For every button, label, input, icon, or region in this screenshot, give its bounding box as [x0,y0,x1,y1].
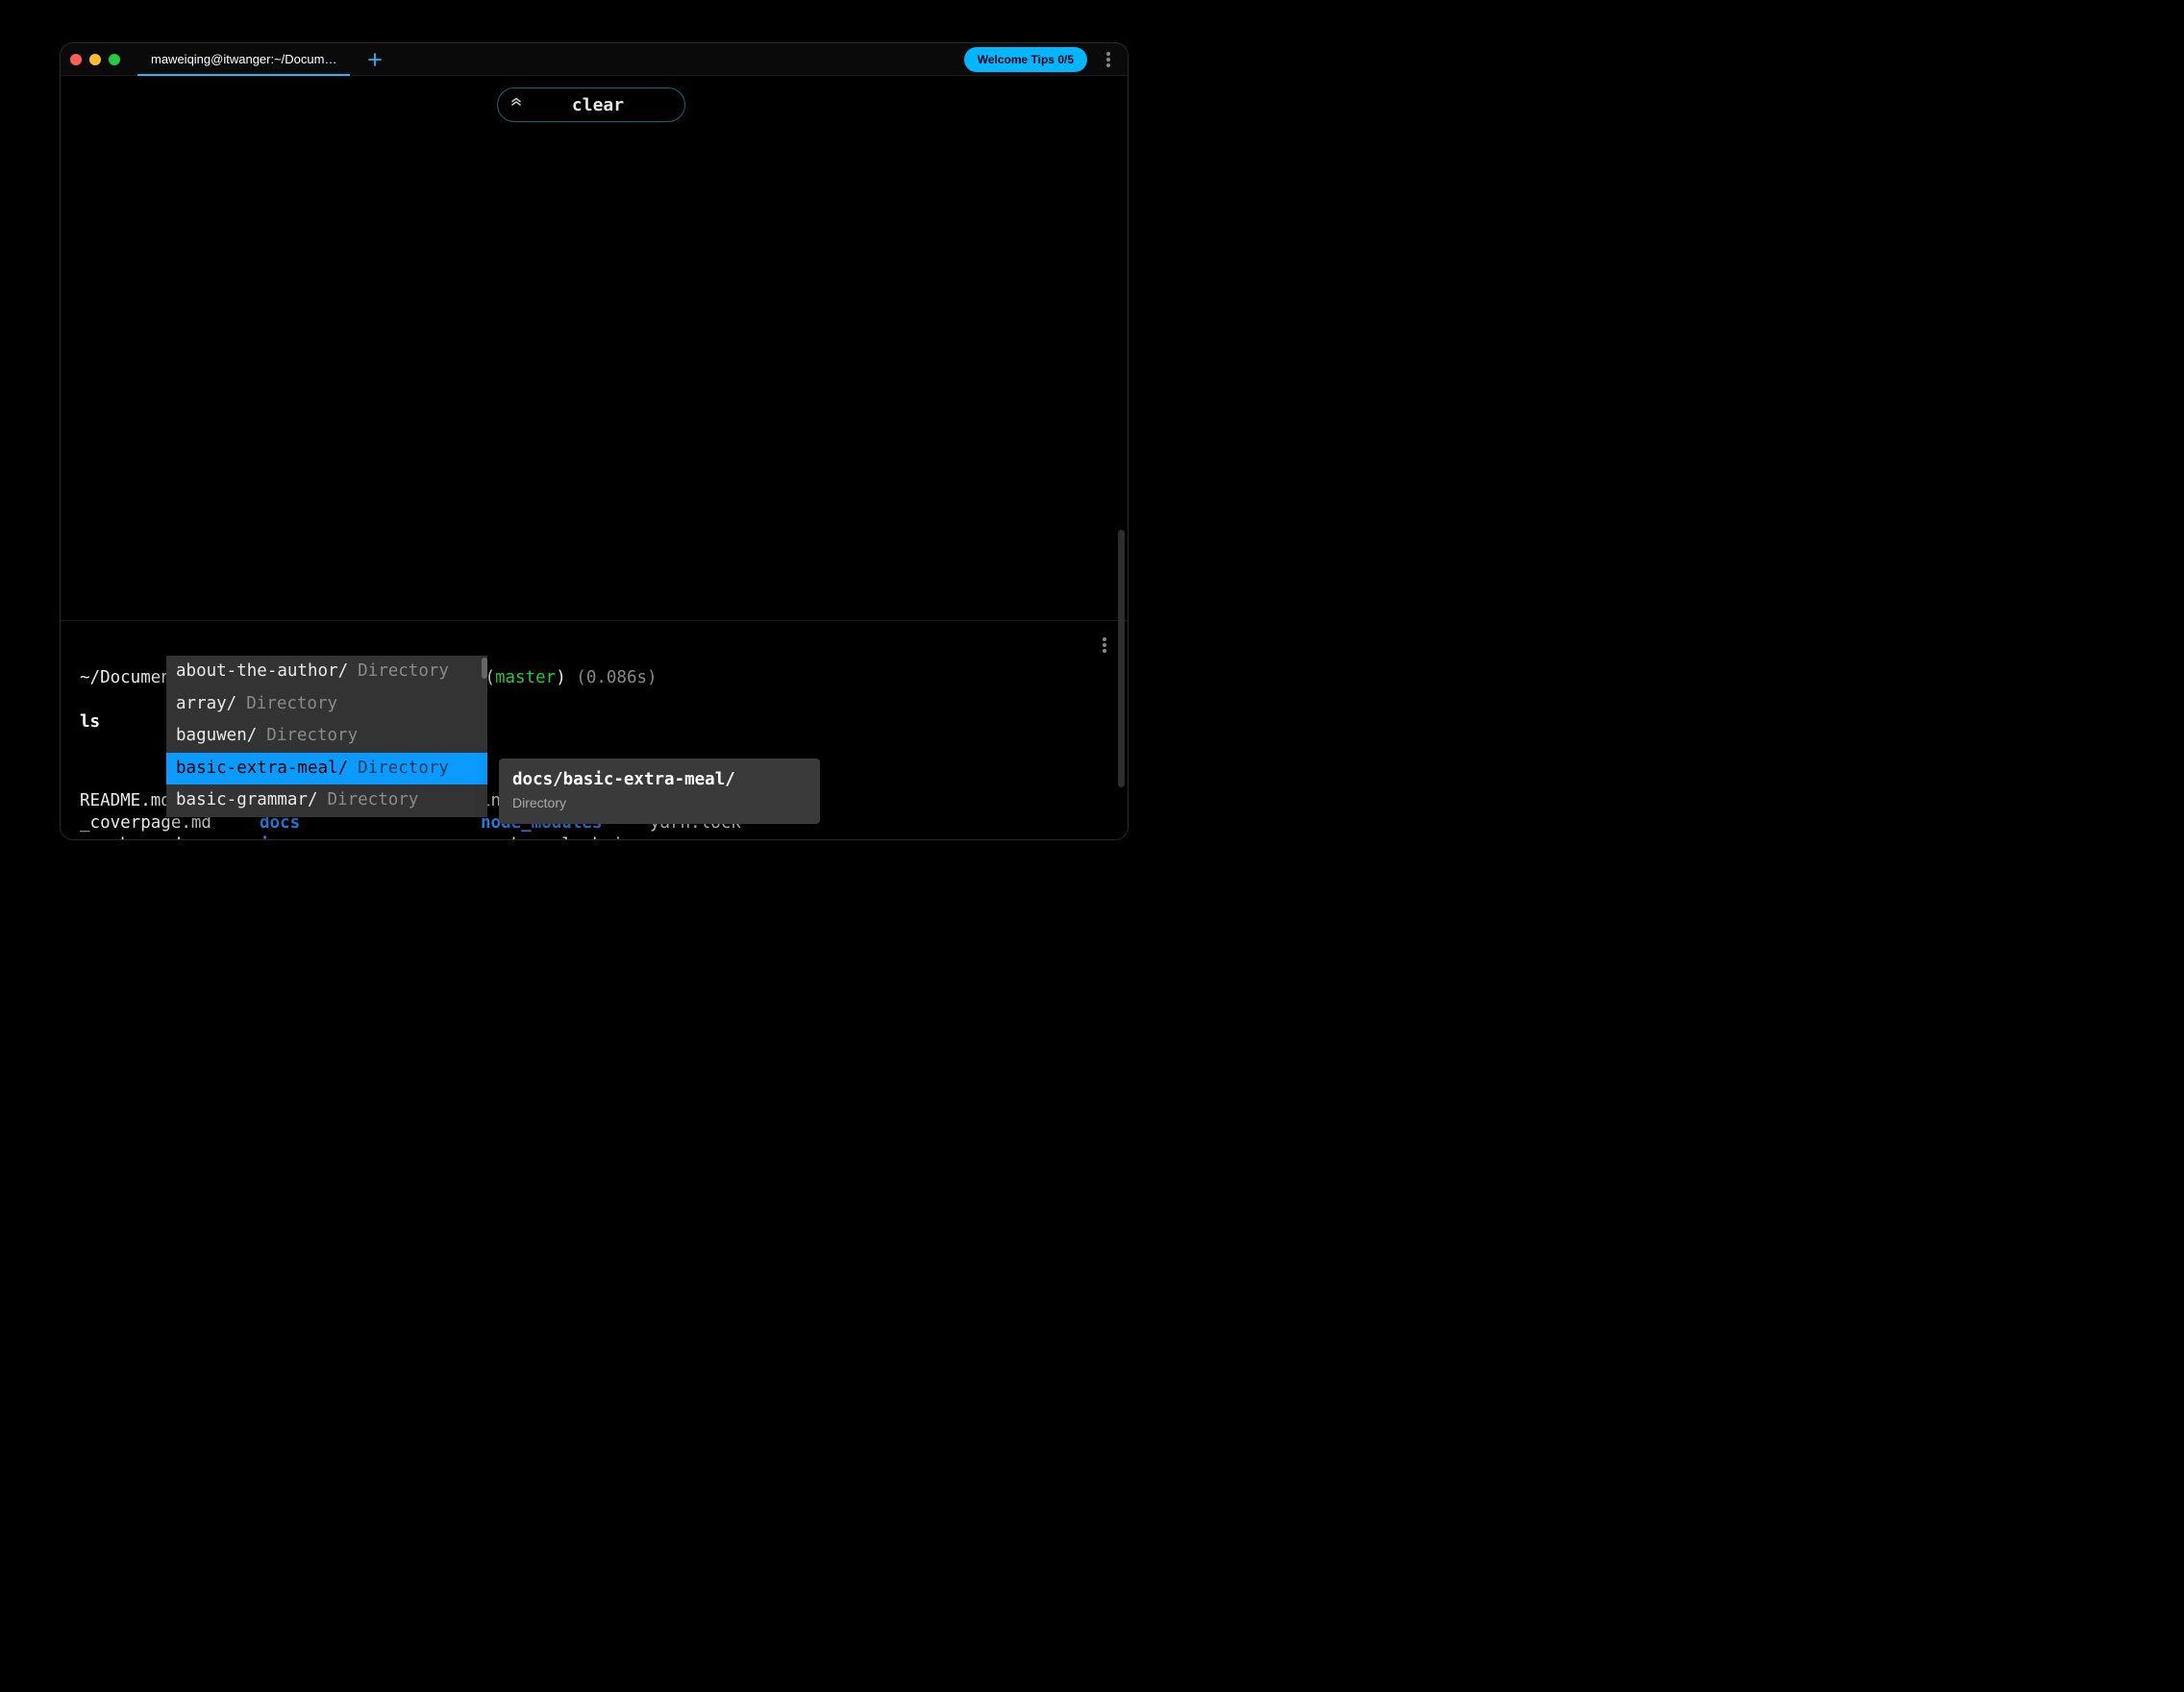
plus-icon [368,53,382,66]
preview-title: docs/basic-extra-meal/ [512,770,807,789]
close-icon[interactable] [70,54,82,65]
scrollbar-thumb[interactable] [482,658,487,679]
scrollbar-thumb[interactable] [1118,530,1125,787]
ls-file: _navbar.md [80,834,260,840]
ls-file: package-lock.json [481,834,650,840]
command-timing: (0.086s) [576,668,657,687]
terminal-window: maweiqing@itwanger:~/Docum… Welcome Tips… [60,42,1129,840]
zoom-icon[interactable] [109,54,120,65]
autocomplete-item-name: about-the-author/ [176,663,348,681]
window-menu-button[interactable] [1099,50,1118,69]
autocomplete-item-type: Directory [266,728,358,745]
autocomplete-item[interactable]: about-the-author/ Directory [166,656,487,688]
title-bar: maweiqing@itwanger:~/Docum… Welcome Tips… [61,43,1128,76]
autocomplete-item-type: Directory [358,760,449,778]
window-controls [70,54,120,65]
tab-title: maweiqing@itwanger:~/Docum… [151,52,336,66]
git-branch: master [495,668,556,687]
command-block-label: clear [523,95,673,115]
autocomplete-item-type: Directory [246,696,337,713]
autocomplete-item-name: array/ [176,696,236,713]
autocomplete-popup: about-the-author/ Directory array/ Direc… [166,656,487,817]
autocomplete-item-selected[interactable]: basic-extra-meal/ Directory [166,753,487,785]
autocomplete-item-type: Directory [328,792,419,809]
tab-bar: maweiqing@itwanger:~/Docum… [137,43,350,75]
tab-active[interactable]: maweiqing@itwanger:~/Docum… [137,43,350,75]
welcome-tips-label: Welcome Tips 0/5 [978,53,1074,66]
preview-subtitle: Directory [512,795,807,810]
minimize-icon[interactable] [89,54,101,65]
autocomplete-item-type: Directory [358,663,449,681]
autocomplete-item-name: baguwen/ [176,728,257,745]
ls-dir: images [260,834,481,840]
autocomplete-item-name: basic-grammar/ [176,792,318,809]
autocomplete-item-name: basic-extra-meal/ [176,760,348,778]
command-block-button[interactable]: clear [497,87,685,122]
autocomplete-item[interactable]: basic-grammar/ Directory [166,784,487,817]
autocomplete-item[interactable]: array/ Directory [166,688,487,721]
block-divider [61,620,1128,621]
chevron-up-icon [509,96,523,113]
previous-command: ls [80,712,100,732]
autocomplete-item[interactable]: baguwen/ Directory [166,720,487,753]
terminal-body: clear ~/Documents/GitHub/toBeBetterJavae… [61,76,1128,839]
autocomplete-preview: docs/basic-extra-meal/ Directory [499,759,820,824]
welcome-tips-button[interactable]: Welcome Tips 0/5 [964,47,1087,72]
new-tab-button[interactable] [361,46,388,73]
